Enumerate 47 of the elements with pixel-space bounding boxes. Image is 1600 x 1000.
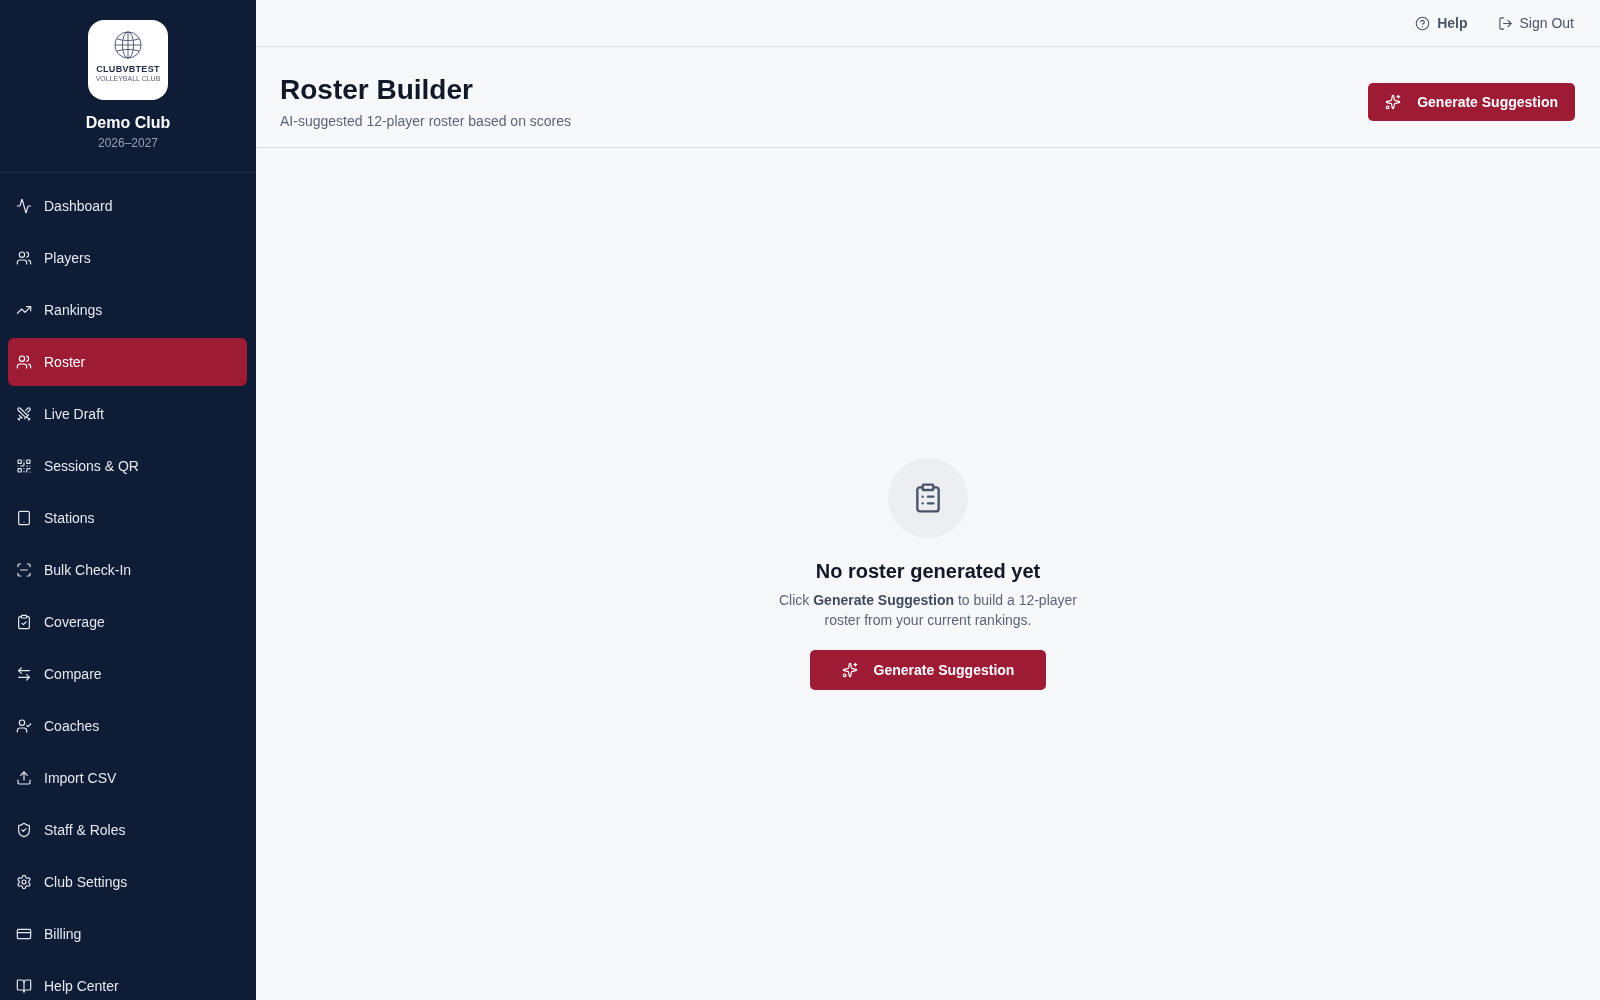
nav-item[interactable]: Live Draft — [8, 390, 247, 438]
logo-wordmark: CLUBVBTEST — [96, 64, 160, 74]
nav-item[interactable]: Coaches — [8, 702, 247, 750]
nav-item[interactable]: Stations — [8, 494, 247, 542]
sign-out-link[interactable]: Sign Out — [1497, 15, 1574, 31]
upload-icon — [16, 770, 32, 786]
nav-item[interactable]: Staff & Roles — [8, 806, 247, 854]
arrows-icon — [16, 666, 32, 682]
sparkles-icon — [841, 662, 858, 678]
swords-icon — [16, 406, 32, 422]
scan-icon — [16, 562, 32, 578]
qr-code-icon — [16, 458, 32, 474]
tablet-icon — [16, 510, 32, 526]
nav-item[interactable]: Club Settings — [8, 858, 247, 906]
nav-item[interactable]: Coverage — [8, 598, 247, 646]
empty-state-title: No roster generated yet — [815, 559, 1041, 584]
user-check-icon — [16, 718, 32, 734]
users-icon — [16, 250, 32, 266]
season-label: 2026–2027 — [97, 135, 159, 151]
nav-item[interactable]: Compare — [8, 650, 247, 698]
settings-icon — [16, 874, 32, 890]
nav-item[interactable]: Import CSV — [8, 754, 247, 802]
nav-item[interactable]: Dashboard — [8, 182, 247, 230]
nav-item[interactable]: Rankings — [8, 286, 247, 334]
globe-icon — [114, 31, 142, 59]
generate-suggestion-button[interactable]: Generate Suggestion — [1368, 83, 1575, 121]
nav-item[interactable]: Sessions & QR — [8, 442, 247, 490]
clipboard-check-icon — [16, 614, 32, 630]
pulse-icon — [16, 198, 32, 214]
generate-suggestion-button[interactable]: Generate Suggestion — [809, 650, 1047, 690]
page-subtitle: AI-suggested 12-player roster based on scores — [280, 112, 572, 131]
credit-card-icon — [16, 926, 32, 942]
users-icon — [16, 354, 32, 370]
nav-item[interactable]: Players — [8, 234, 247, 282]
nav-item[interactable]: Roster — [8, 338, 247, 386]
nav-item[interactable]: Billing — [8, 910, 247, 958]
help-icon — [1415, 15, 1431, 31]
book-icon — [16, 978, 32, 994]
help-link[interactable]: Help — [1415, 15, 1468, 31]
sparkles-icon — [1385, 94, 1402, 110]
club-name: Demo Club — [85, 113, 171, 133]
sign-out-icon — [1497, 15, 1513, 31]
page-title: Roster Builder — [280, 73, 474, 107]
nav-item[interactable]: Help Center — [8, 962, 247, 1000]
empty-state-text: Click Generate Suggestion to build a 12-player roster from your current rankings. — [778, 591, 1078, 630]
nav-item[interactable]: Bulk Check-In — [8, 546, 247, 594]
shield-check-icon — [16, 822, 32, 838]
